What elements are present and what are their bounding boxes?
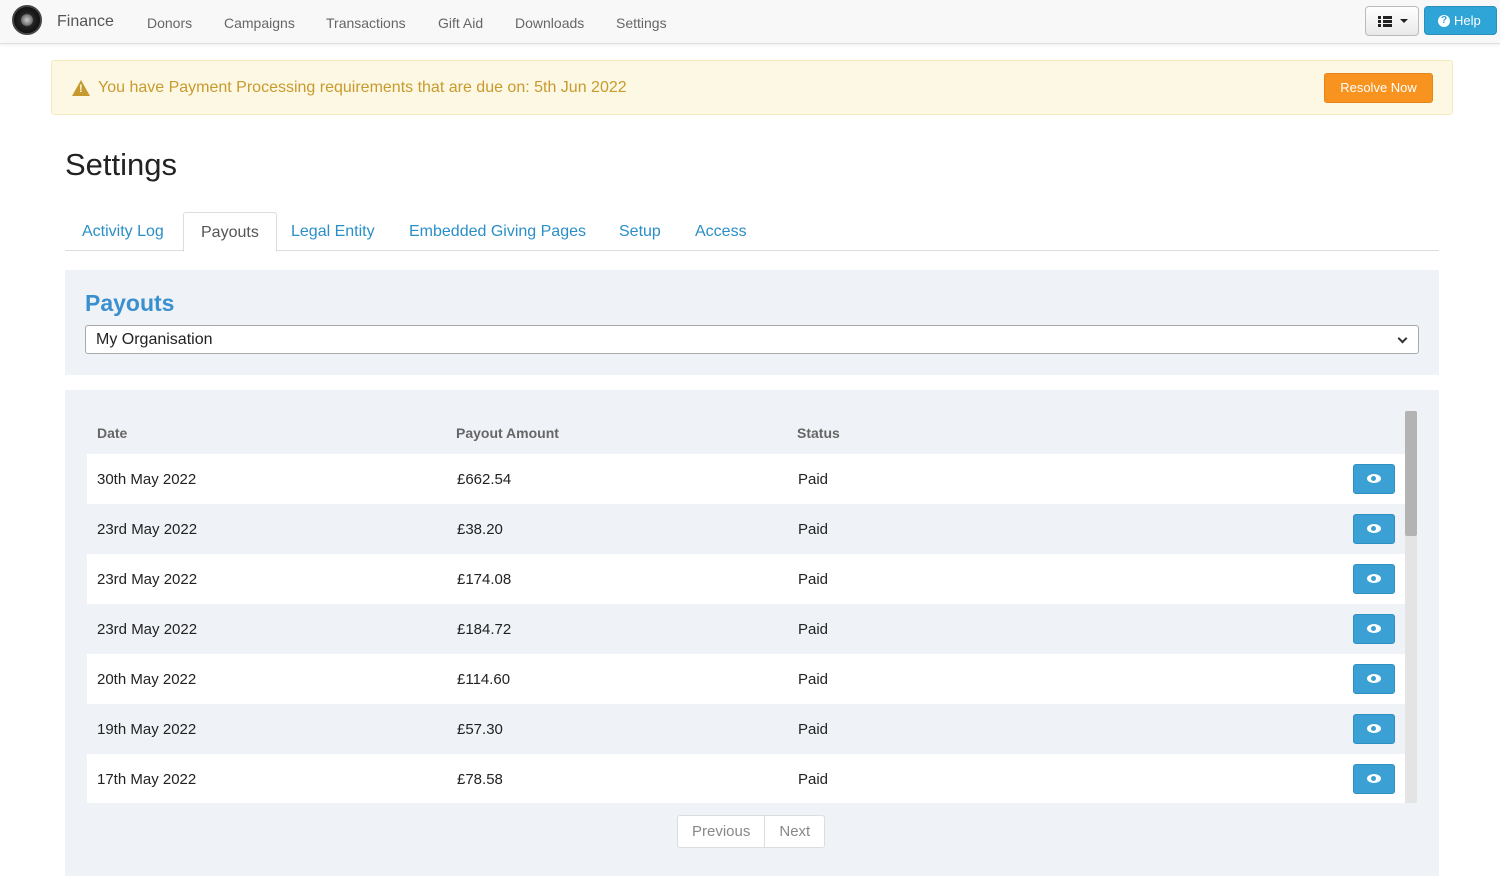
view-payout-button[interactable] (1353, 564, 1395, 594)
view-payout-button[interactable] (1353, 714, 1395, 744)
apps-menu-button[interactable] (1365, 6, 1419, 36)
help-label: Help (1454, 13, 1481, 28)
cell-date: 30th May 2022 (97, 471, 197, 488)
cell-amount: £38.20 (457, 521, 503, 538)
organisation-select[interactable]: My Organisation (85, 325, 1419, 354)
view-payout-button[interactable] (1353, 764, 1395, 794)
eye-icon (1367, 624, 1381, 633)
nav-settings[interactable]: Settings (616, 15, 667, 31)
nav-donors[interactable]: Donors (147, 15, 192, 31)
table-row: 23rd May 2022 £174.08 Paid (87, 554, 1405, 604)
tab-setup[interactable]: Setup (602, 212, 678, 251)
eye-icon (1367, 774, 1381, 783)
view-payout-button[interactable] (1353, 664, 1395, 694)
alert-message: You have Payment Processing requirements… (98, 79, 627, 96)
view-payout-button[interactable] (1353, 614, 1395, 644)
cell-date: 19th May 2022 (97, 721, 197, 738)
nav-downloads[interactable]: Downloads (515, 15, 584, 31)
help-button[interactable]: ? Help (1424, 6, 1497, 35)
top-navbar: Finance Donors Campaigns Transactions Gi… (0, 0, 1500, 44)
view-payout-button[interactable] (1353, 464, 1395, 494)
payment-requirements-alert: You have Payment Processing requirements… (51, 60, 1453, 115)
eye-icon (1367, 524, 1381, 533)
header-payout-amount: Payout Amount (456, 425, 559, 441)
cell-date: 23rd May 2022 (97, 571, 198, 588)
table-row: 20th May 2022 £114.60 Paid (87, 654, 1405, 704)
nav-gift-aid[interactable]: Gift Aid (438, 15, 483, 31)
cell-status: Paid (798, 671, 829, 688)
table-row: 23rd May 2022 £38.20 Paid (87, 504, 1405, 554)
nav-campaigns[interactable]: Campaigns (224, 15, 295, 31)
table-row: 23rd May 2022 £184.72 Paid (87, 604, 1405, 654)
payouts-table: Date Payout Amount Status 30th May 2022 … (87, 411, 1405, 803)
cell-amount: £174.08 (457, 571, 512, 588)
cell-amount: £662.54 (457, 471, 512, 488)
tab-legal-entity[interactable]: Legal Entity (274, 212, 392, 251)
scrollbar-thumb[interactable] (1405, 411, 1417, 536)
cell-date: 23rd May 2022 (97, 521, 198, 538)
eye-icon (1367, 574, 1381, 583)
table-row: 19th May 2022 £57.30 Paid (87, 704, 1405, 754)
cell-amount: £78.58 (457, 771, 503, 788)
cell-amount: £114.60 (457, 671, 511, 688)
table-row: 17th May 2022 £78.58 Paid (87, 754, 1405, 803)
table-row: 30th May 2022 £662.54 Paid (87, 454, 1405, 504)
tab-activity-log[interactable]: Activity Log (65, 212, 181, 251)
cell-date: 23rd May 2022 (97, 621, 198, 638)
next-page-button[interactable]: Next (764, 816, 824, 847)
tab-access[interactable]: Access (678, 212, 764, 251)
cell-amount: £57.30 (457, 721, 503, 738)
cell-status: Paid (798, 471, 829, 488)
payouts-table-panel: Date Payout Amount Status 30th May 2022 … (65, 390, 1439, 876)
cell-status: Paid (798, 621, 829, 638)
eye-icon (1367, 474, 1381, 483)
cell-status: Paid (798, 721, 829, 738)
settings-tabs: Activity Log Payouts Legal Entity Embedd… (65, 212, 1439, 252)
cell-amount: £184.72 (457, 621, 512, 638)
cell-date: 20th May 2022 (97, 671, 197, 688)
cell-status: Paid (798, 771, 829, 788)
header-date: Date (97, 425, 128, 441)
brand-finance[interactable]: Finance (57, 13, 114, 31)
cell-status: Paid (798, 571, 829, 588)
warning-icon (72, 80, 90, 96)
grid-list-icon (1378, 16, 1392, 27)
tab-embedded-giving-pages[interactable]: Embedded Giving Pages (392, 212, 603, 251)
pagination: Previous Next (677, 815, 826, 848)
nav-transactions[interactable]: Transactions (326, 15, 406, 31)
cell-date: 17th May 2022 (97, 771, 197, 788)
logo-icon[interactable] (12, 5, 42, 35)
payouts-panel: Payouts My Organisation (65, 270, 1439, 375)
resolve-now-button[interactable]: Resolve Now (1324, 73, 1433, 103)
table-scrollbar[interactable] (1405, 411, 1417, 803)
chevron-down-icon (1397, 333, 1408, 344)
question-circle-icon: ? (1438, 15, 1450, 27)
eye-icon (1367, 724, 1381, 733)
tab-payouts[interactable]: Payouts (183, 212, 277, 252)
caret-down-icon (1400, 19, 1408, 23)
eye-icon (1367, 674, 1381, 683)
previous-page-button[interactable]: Previous (678, 816, 764, 847)
organisation-select-value: My Organisation (96, 331, 213, 348)
header-status: Status (797, 425, 840, 441)
page-title: Settings (65, 147, 178, 182)
payouts-title: Payouts (85, 290, 175, 316)
view-payout-button[interactable] (1353, 514, 1395, 544)
cell-status: Paid (798, 521, 829, 538)
